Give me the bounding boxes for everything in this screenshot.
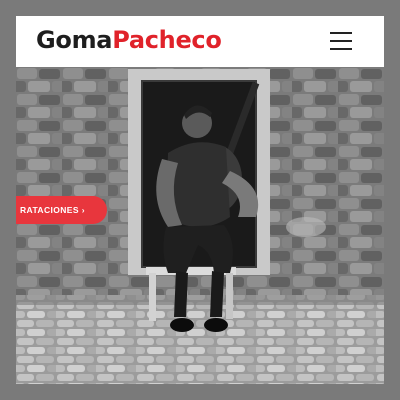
menu-bar-bottom [330,48,352,50]
menu-bar-middle [330,40,352,42]
site-logo[interactable]: GomaPacheco [36,25,222,55]
hamburger-menu-icon[interactable] [326,28,356,54]
page-frame: GomaPacheco RATACIONES › [16,16,384,384]
hero-cta-button[interactable]: RATACIONES › [16,196,107,224]
logo-text-goma: Goma [36,26,113,54]
guitarist-photo [16,67,384,384]
menu-bar-top [330,32,352,34]
hero-image [16,67,384,384]
site-header: GomaPacheco [16,16,384,67]
logo-text-pacheco: Pacheco [112,26,222,54]
